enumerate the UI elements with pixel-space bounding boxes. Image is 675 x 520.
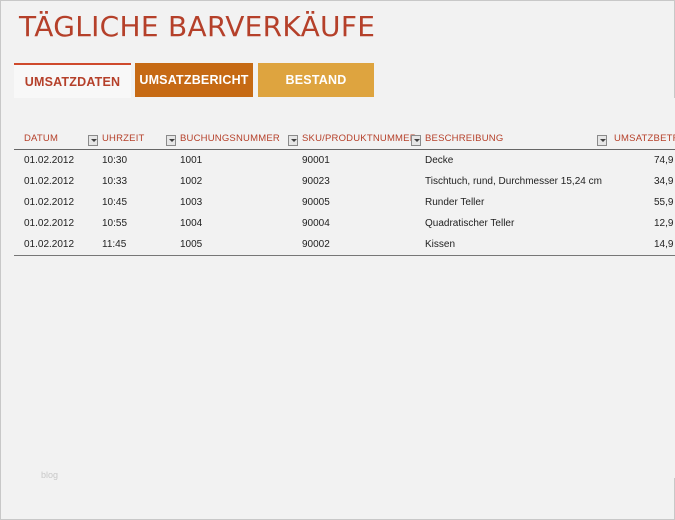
cell-uhrzeit: 10:30: [102, 155, 128, 166]
header-sku: SKU/PRODUKTNUMMER: [302, 133, 417, 144]
cell-beschreibung: Runder Teller: [425, 197, 485, 208]
page-title: TÄGLICHE BARVERKÄUFE: [19, 10, 376, 43]
header-uhrzeit: UHRZEIT: [102, 133, 145, 144]
cell-sku: 90023: [302, 176, 330, 187]
cell-sku: 90005: [302, 197, 330, 208]
cell-buchungsnummer: 1004: [180, 218, 203, 229]
cell-beschreibung: Quadratischer Teller: [425, 218, 515, 229]
header-umsatzbetrag: UMSATZBETR: [614, 133, 675, 144]
header-buchungsnummer: BUCHUNGSNUMMER: [180, 133, 280, 144]
table-row[interactable]: 01.02.2012 11:45 1005 90002 Kissen 14,9: [14, 235, 675, 256]
tab-umsatzdaten[interactable]: UMSATZDATEN: [14, 63, 131, 99]
header-beschreibung: BESCHREIBUNG: [425, 133, 504, 144]
header-datum: DATUM: [24, 133, 59, 144]
tab-bestand[interactable]: BESTAND: [258, 63, 374, 97]
cell-datum: 01.02.2012: [24, 197, 75, 208]
cell-umsatzbetrag: 12,9: [654, 218, 674, 229]
cell-datum: 01.02.2012: [24, 155, 75, 166]
cell-buchungsnummer: 1001: [180, 155, 203, 166]
cell-umsatzbetrag: 74,9: [654, 155, 674, 166]
cell-beschreibung: Kissen: [425, 239, 456, 250]
cell-datum: 01.02.2012: [24, 239, 75, 250]
cell-umsatzbetrag: 55,9: [654, 197, 674, 208]
filter-uhrzeit-button[interactable]: [166, 135, 176, 146]
cell-uhrzeit: 10:55: [102, 218, 128, 229]
table-row[interactable]: 01.02.2012 10:30 1001 90001 Decke 74,9: [14, 151, 675, 172]
filter-buchungsnummer-button[interactable]: [288, 135, 298, 146]
tab-umsatzbericht[interactable]: UMSATZBERICHT: [135, 63, 253, 97]
cell-sku: 90002: [302, 239, 330, 250]
filter-datum-button[interactable]: [88, 135, 98, 146]
cell-datum: 01.02.2012: [24, 218, 75, 229]
cell-uhrzeit: 11:45: [102, 239, 127, 250]
cell-sku: 90001: [302, 155, 330, 166]
cell-datum: 01.02.2012: [24, 176, 75, 187]
cell-buchungsnummer: 1002: [180, 176, 203, 187]
cell-uhrzeit: 10:45: [102, 197, 128, 208]
cell-buchungsnummer: 1005: [180, 239, 203, 250]
table-row[interactable]: 01.02.2012 10:33 1002 90023 Tischtuch, rund,…: [14, 172, 675, 193]
table-row[interactable]: 01.02.2012 10:55 1004 90004 Quadratischer Te…: [14, 214, 675, 235]
cell-uhrzeit: 10:33: [102, 176, 128, 187]
table-header: DATUM UHRZEIT BUCHUNGSNUMMER SKU/PRODUKT…: [14, 131, 675, 150]
cell-buchungsnummer: 1003: [180, 197, 203, 208]
watermark-text: blog: [41, 470, 59, 480]
table-bottom-border: [14, 255, 675, 256]
cell-sku: 90004: [302, 218, 330, 229]
workbook-window: TÄGLICHE BARVERKÄUFE UMSATZDATEN UMSATZB…: [0, 0, 675, 520]
sales-table: DATUM UHRZEIT BUCHUNGSNUMMER SKU/PRODUKT…: [14, 98, 675, 478]
cell-umsatzbetrag: 14,9: [654, 239, 674, 250]
table-row[interactable]: 01.02.2012 10:45 1003 90005 Runder Teller 55,…: [14, 193, 675, 214]
filter-sku-button[interactable]: [411, 135, 421, 146]
cell-beschreibung: Decke: [425, 155, 454, 166]
filter-beschreibung-button[interactable]: [597, 135, 607, 146]
cell-beschreibung: Tischtuch, rund, Durchmesser 15,24 cm: [425, 176, 602, 187]
cell-umsatzbetrag: 34,9: [654, 176, 674, 187]
